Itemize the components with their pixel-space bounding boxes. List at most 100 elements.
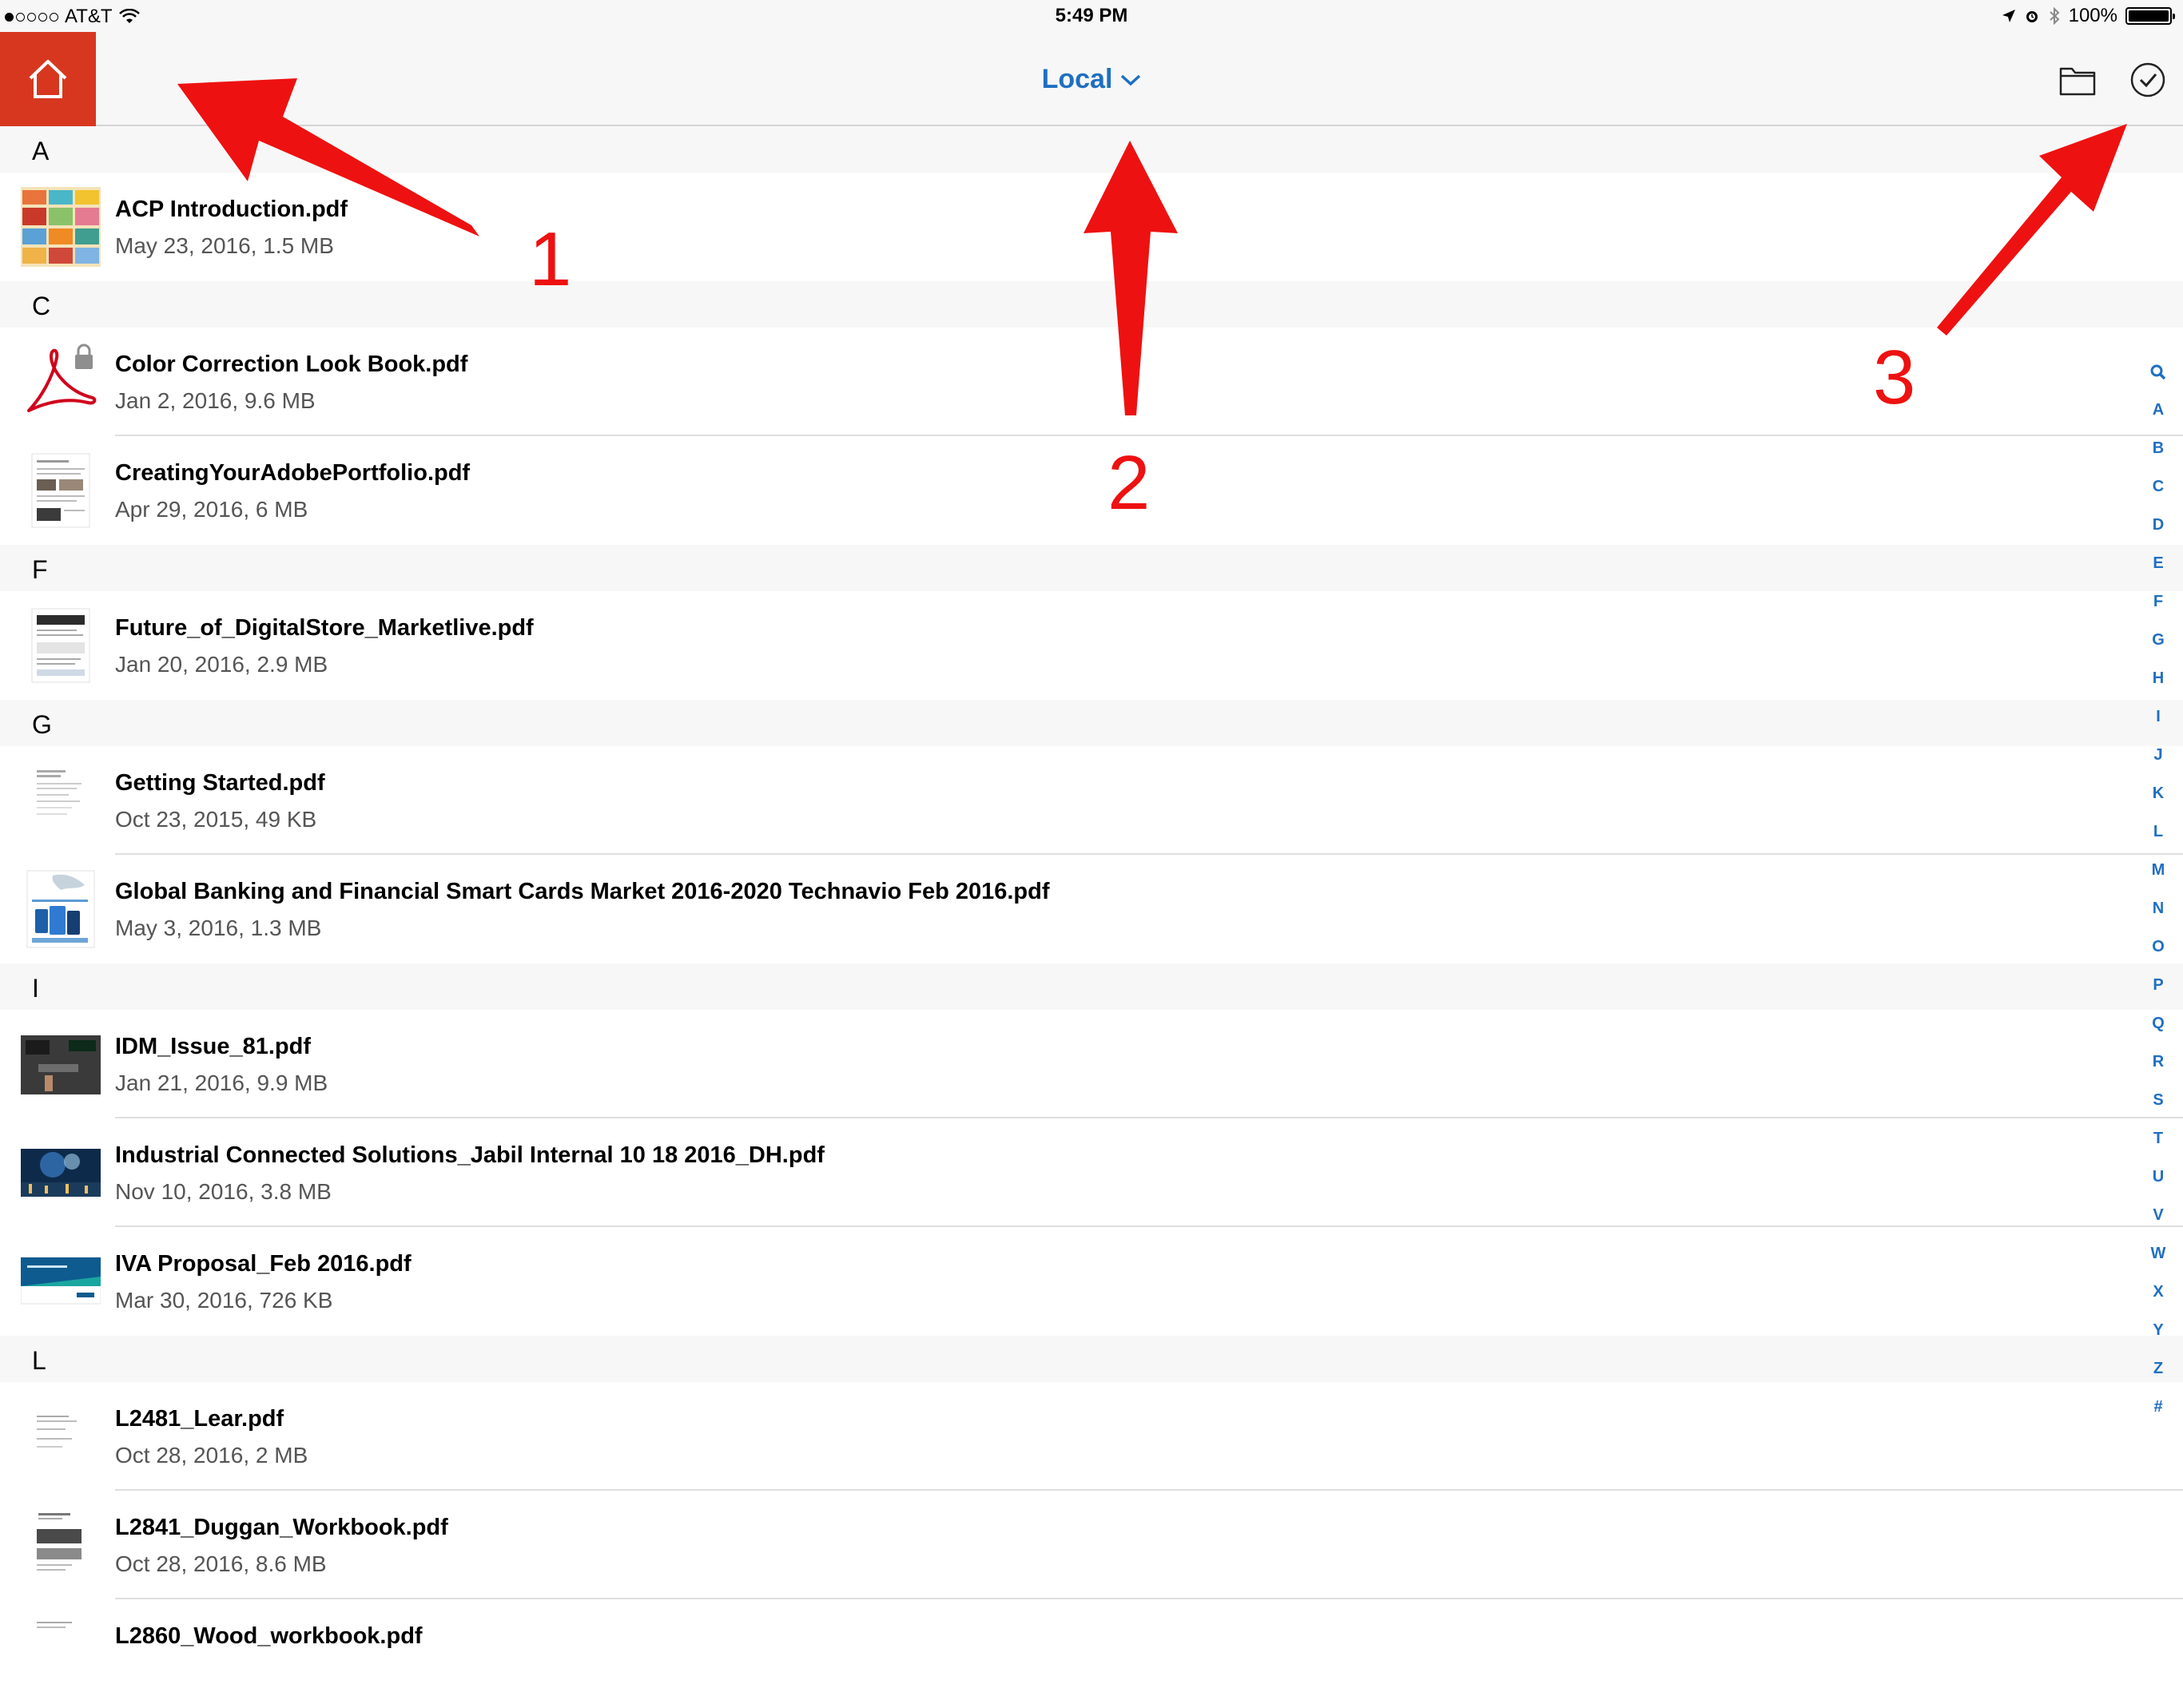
location-title: Local xyxy=(1041,64,1113,94)
file-meta: Oct 28, 2016, 8.6 MB xyxy=(115,1551,327,1576)
file-row[interactable]: IVA Proposal_Feb 2016.pdf Mar 30, 2016, … xyxy=(0,1227,2183,1336)
file-meta: Oct 28, 2016, 2 MB xyxy=(115,1443,308,1468)
file-name: L2481_Lear.pdf xyxy=(115,1406,284,1432)
index-letter[interactable]: X xyxy=(2141,1273,2175,1311)
index-letter[interactable]: T xyxy=(2141,1119,2175,1158)
section-header-a: A xyxy=(0,126,2183,173)
section-header-l: L xyxy=(0,1336,2183,1382)
section-header-f: F xyxy=(0,545,2183,591)
pdf-thumbnail xyxy=(21,761,101,840)
file-meta: Nov 10, 2016, 3.8 MB xyxy=(115,1179,332,1204)
pdf-thumbnail xyxy=(21,1505,101,1585)
select-button[interactable] xyxy=(2128,60,2168,100)
file-meta: Jan 20, 2016, 2.9 MB xyxy=(115,652,328,677)
location-arrow-icon xyxy=(2002,10,2015,22)
file-name: L2860_Wood_workbook.pdf xyxy=(115,1623,423,1649)
index-letter[interactable]: E xyxy=(2141,544,2175,582)
new-folder-button[interactable] xyxy=(2058,60,2098,100)
navigation-bar: Local xyxy=(0,32,2183,126)
pdf-thumbnail xyxy=(21,1024,101,1104)
file-name: L2841_Duggan_Workbook.pdf xyxy=(115,1515,448,1540)
checkmark-circle-icon xyxy=(2130,62,2165,97)
file-list: A ACP Introduction.pdf May 23, 2016, 1.5… xyxy=(0,126,2183,1708)
index-letter[interactable]: Q xyxy=(2141,1004,2175,1043)
folder-icon xyxy=(2059,67,2096,96)
index-letter[interactable]: O xyxy=(2141,927,2175,966)
pdf-thumbnail xyxy=(21,451,101,530)
index-letter[interactable]: L xyxy=(2141,812,2175,851)
file-row[interactable]: IDM_Issue_81.pdf Jan 21, 2016, 9.9 MB xyxy=(0,1010,2183,1118)
pdf-thumbnail xyxy=(20,1241,101,1321)
file-meta: Apr 29, 2016, 6 MB xyxy=(115,497,308,522)
status-bar: AT&T 5:49 PM 100% xyxy=(0,0,2183,32)
file-meta: Jan 2, 2016, 9.6 MB xyxy=(115,388,316,413)
file-meta: May 3, 2016, 1.3 MB xyxy=(115,916,322,940)
file-name: Getting Started.pdf xyxy=(115,770,325,796)
index-letter[interactable]: R xyxy=(2141,1043,2175,1081)
bluetooth-icon xyxy=(2049,7,2060,25)
index-letter[interactable]: M xyxy=(2141,851,2175,889)
index-letter[interactable]: C xyxy=(2141,467,2175,506)
file-name: Industrial Connected Solutions_Jabil Int… xyxy=(115,1142,825,1168)
index-letter[interactable]: W xyxy=(2141,1234,2175,1273)
index-letter[interactable]: I xyxy=(2141,697,2175,736)
index-search[interactable] xyxy=(2141,352,2175,391)
index-letter[interactable]: P xyxy=(2141,966,2175,1004)
status-right-group: 100% xyxy=(2002,5,2175,27)
index-letter[interactable]: H xyxy=(2141,659,2175,697)
file-name: Future_of_DigitalStore_Marketlive.pdf xyxy=(115,615,534,641)
alarm-icon xyxy=(2026,11,2038,22)
index-letter[interactable]: Z xyxy=(2141,1349,2175,1388)
file-meta: May 23, 2016, 1.5 MB xyxy=(115,233,334,258)
file-meta: Jan 21, 2016, 9.9 MB xyxy=(115,1070,328,1095)
status-time: 5:49 PM xyxy=(1055,5,1128,26)
file-name: ACP Introduction.pdf xyxy=(115,197,348,222)
file-row[interactable]: L2860_Wood_workbook.pdf xyxy=(0,1599,2183,1708)
file-row[interactable]: Color Correction Look Book.pdf Jan 2, 20… xyxy=(0,328,2183,436)
file-row[interactable]: Future_of_DigitalStore_Marketlive.pdf Ja… xyxy=(0,591,2183,700)
index-letter[interactable]: N xyxy=(2141,889,2175,927)
index-letter[interactable]: V xyxy=(2141,1196,2175,1234)
index-letter[interactable]: B xyxy=(2141,429,2175,467)
file-meta: Oct 23, 2015, 49 KB xyxy=(115,807,317,832)
pdf-thumbnail xyxy=(21,342,101,422)
file-row[interactable]: ACP Introduction.pdf May 23, 2016, 1.5 M… xyxy=(0,173,2183,281)
index-letter[interactable]: Y xyxy=(2141,1311,2175,1349)
location-dropdown[interactable]: Local xyxy=(1042,64,1142,95)
file-row[interactable]: L2481_Lear.pdf Oct 28, 2016, 2 MB xyxy=(0,1382,2183,1491)
index-letter[interactable]: # xyxy=(2141,1388,2175,1426)
pdf-thumbnail xyxy=(21,1614,101,1694)
pdf-thumbnail xyxy=(21,1133,101,1213)
alphabet-index[interactable]: A B C D E F G H I J K L M N O P Q R S T … xyxy=(2141,352,2175,1426)
index-letter[interactable]: F xyxy=(2141,582,2175,621)
file-row[interactable]: Global Banking and Financial Smart Cards… xyxy=(0,855,2183,963)
lock-icon xyxy=(75,344,93,369)
battery-icon xyxy=(2125,7,2175,25)
section-header-i: I xyxy=(0,963,2183,1010)
index-letter[interactable]: S xyxy=(2141,1081,2175,1119)
file-meta: Mar 30, 2016, 726 KB xyxy=(115,1288,333,1313)
index-letter[interactable]: U xyxy=(2141,1158,2175,1196)
index-letter[interactable]: D xyxy=(2141,506,2175,544)
file-row[interactable]: Getting Started.pdf Oct 23, 2015, 49 KB xyxy=(0,746,2183,855)
index-letter[interactable]: J xyxy=(2141,736,2175,774)
file-row[interactable]: CreatingYourAdobePortfolio.pdf Apr 29, 2… xyxy=(0,436,2183,545)
pdf-thumbnail xyxy=(21,869,101,949)
file-name: IDM_Issue_81.pdf xyxy=(115,1034,311,1059)
pdf-thumbnail xyxy=(21,1396,101,1476)
search-icon xyxy=(2150,364,2166,379)
index-letter[interactable]: A xyxy=(2141,391,2175,429)
pdf-thumbnail xyxy=(21,187,101,267)
section-header-c: C xyxy=(0,281,2183,328)
file-name: IVA Proposal_Feb 2016.pdf xyxy=(115,1251,412,1277)
file-row[interactable]: Industrial Connected Solutions_Jabil Int… xyxy=(0,1118,2183,1227)
file-row[interactable]: L2841_Duggan_Workbook.pdf Oct 28, 2016, … xyxy=(0,1491,2183,1599)
file-name: CreatingYourAdobePortfolio.pdf xyxy=(115,460,471,486)
index-letter[interactable]: G xyxy=(2141,621,2175,659)
file-name: Color Correction Look Book.pdf xyxy=(115,352,468,377)
chevron-down-icon xyxy=(1121,74,1141,85)
file-name: Global Banking and Financial Smart Cards… xyxy=(115,879,1050,904)
battery-percent: 100% xyxy=(2068,5,2117,26)
index-letter[interactable]: K xyxy=(2141,774,2175,812)
pdf-thumbnail xyxy=(21,606,101,685)
